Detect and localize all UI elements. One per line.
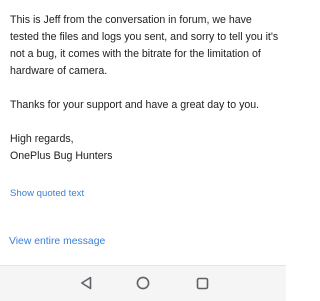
back-triangle-icon — [81, 276, 92, 290]
view-entire-message-link[interactable]: View entire message — [9, 236, 105, 247]
email-paragraph-thanks: Thanks for your support and have a great… — [10, 99, 260, 111]
show-quoted-text-link[interactable]: Show quoted text — [10, 188, 84, 199]
home-button[interactable] — [135, 275, 151, 291]
email-signature: OnePlus Bug Hunters — [10, 150, 113, 162]
system-navigation-bar — [0, 265, 286, 301]
back-button[interactable] — [78, 275, 94, 291]
email-closing: High regards, — [10, 133, 74, 145]
email-body: This is Jeff from the conversation in fo… — [10, 12, 280, 165]
recents-button[interactable] — [194, 275, 210, 291]
recents-square-icon — [196, 277, 208, 289]
email-paragraph-intro: This is Jeff from the conversation in fo… — [10, 14, 279, 77]
home-circle-icon — [136, 276, 150, 290]
